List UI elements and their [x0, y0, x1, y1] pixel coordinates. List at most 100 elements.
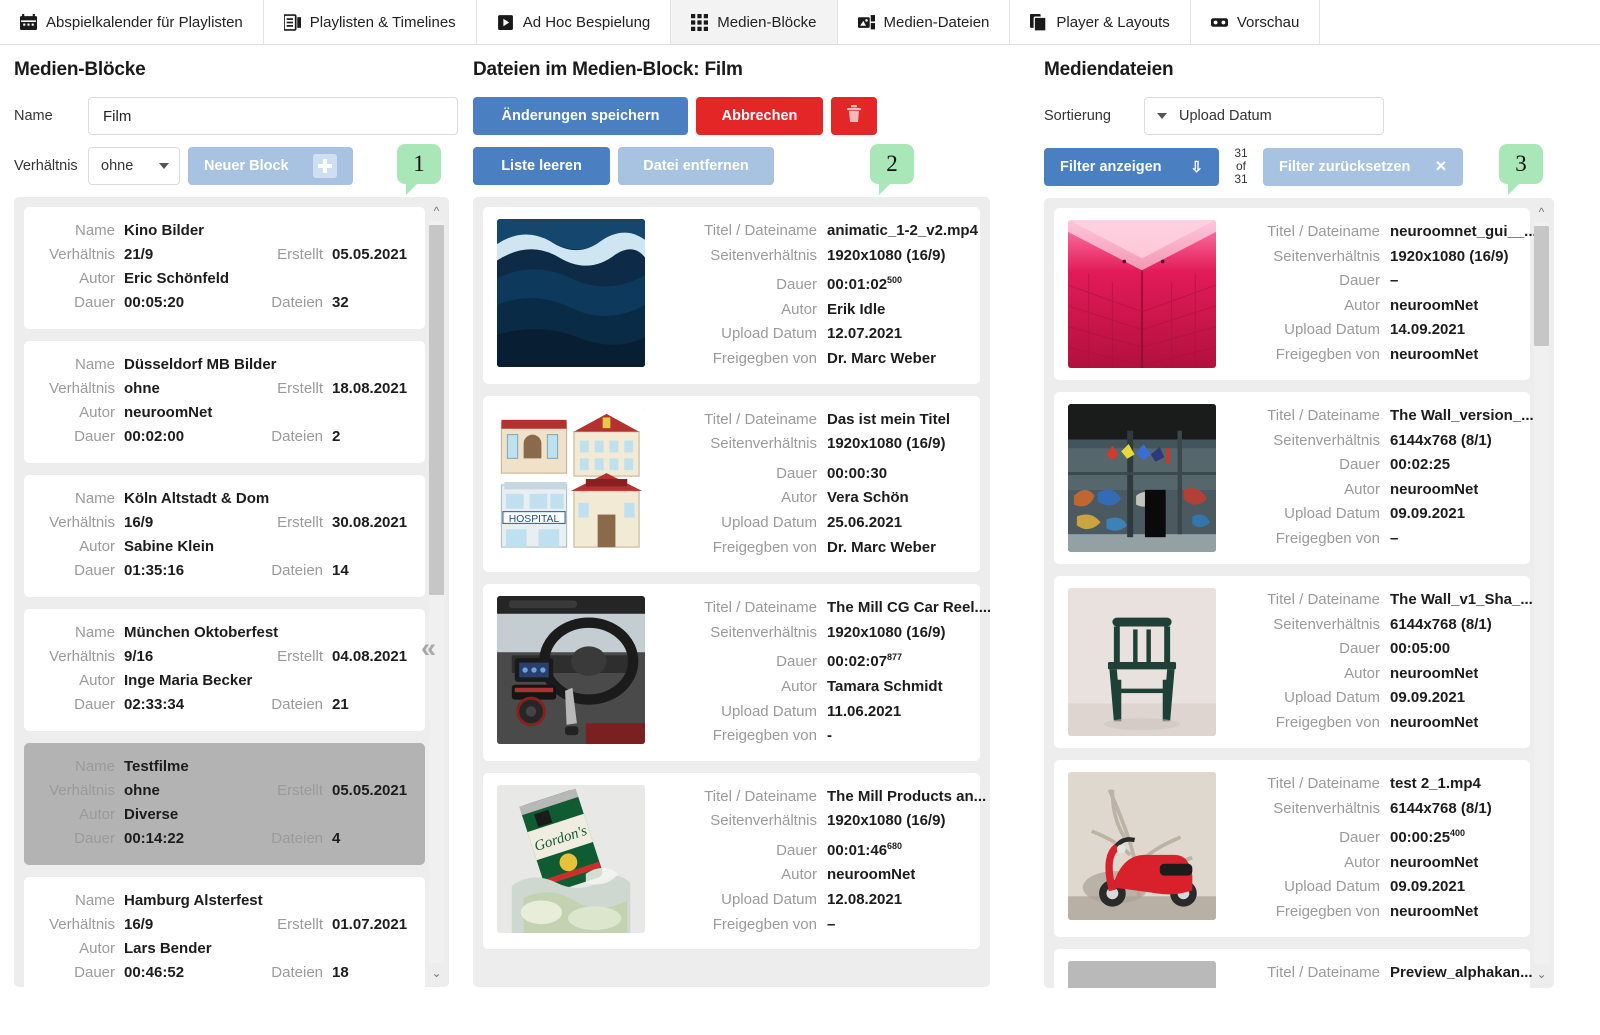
block-name: Düsseldorf MB Bilder — [124, 356, 277, 373]
file-aspect: 1920x1080 (16/9) — [827, 623, 946, 641]
field-label-aspect: Seitenverhältnis — [1273, 431, 1380, 449]
block-files-list[interactable]: Titel / Dateiname animatic_1-2_v2.mp4 Sei… — [473, 197, 990, 987]
field-label-ratio: Verhältnis — [49, 648, 115, 665]
media-files-scrollbar[interactable]: ^ ⌄ — [1533, 204, 1550, 982]
thumbnail-ocean-wave — [497, 219, 645, 367]
tab-vorschau[interactable]: Vorschau — [1190, 0, 1321, 44]
filter-row: Filter anzeigen ⇩ 31 of 31 Filter zurück… — [1044, 144, 1600, 195]
file-aspect: 1920x1080 (16/9) — [827, 435, 946, 453]
delete-block-button[interactable] — [831, 97, 877, 135]
field-label-files: Dateien — [271, 562, 323, 579]
tab-medien-bloecke[interactable]: Medien-Blöcke — [671, 0, 838, 44]
clear-list-button[interactable]: Liste leeren — [473, 147, 610, 185]
new-block-button[interactable]: Neuer Block — [188, 147, 353, 185]
block-card[interactable]: Name Kino Bilder Verhältnis 21/9 Erstellt 05… — [24, 207, 425, 329]
file-duration: 00:01:02500 — [827, 275, 903, 294]
calendar-icon — [20, 13, 37, 31]
save-changes-button[interactable]: Änderungen speichern — [473, 97, 688, 135]
ratio-select[interactable]: ohne — [88, 147, 180, 185]
block-card[interactable]: Name Düsseldorf MB Bilder Verhältnis ohne E… — [24, 341, 425, 463]
scroll-up-icon[interactable]: ^ — [428, 203, 445, 219]
filter-count-total: 31 — [1234, 172, 1248, 186]
page-title-left: Medien-Blöcke — [14, 59, 146, 80]
scrollbar-thumb[interactable] — [1534, 226, 1549, 346]
tab-playlisten-timelines[interactable]: Playlisten & Timelines — [263, 0, 477, 44]
file-meta: Titel / Dateiname neuroomnet_gui__... Sei… — [1216, 220, 1537, 368]
block-card[interactable]: Name Köln Altstadt & Dom Verhältnis 16/9 Er… — [24, 475, 425, 597]
field-label-upload: Upload Datum — [721, 891, 817, 909]
field-label-title: Titel / Dateiname — [704, 787, 817, 805]
tab-player-layouts[interactable]: Player & Layouts — [1010, 0, 1191, 44]
field-label-files: Dateien — [271, 830, 323, 847]
block-author: neuroomNet — [124, 404, 213, 421]
field-label-title: Titel / Dateiname — [1267, 775, 1380, 792]
field-label-author: Autor — [1344, 853, 1380, 871]
file-card[interactable]: Titel / Dateiname Preview_alphakan... Sei… — [1054, 948, 1533, 988]
field-label-aspect: Seitenverhältnis — [1226, 985, 1390, 988]
file-aspect: 6144x768 (8/1) — [1390, 431, 1492, 449]
media-blocks-scrollbar[interactable]: ^ ⌄ — [428, 203, 445, 981]
field-label-author: Autor — [781, 677, 817, 695]
media-files-list[interactable]: ^ ⌄ Titel / Dateiname neuroomnet_gui__..… — [1044, 198, 1554, 988]
file-duration: 00:02:07877 — [827, 652, 903, 671]
tab-label: Ad Hoc Bespielung — [522, 13, 651, 31]
file-title: test 2_1.mp4 — [1390, 775, 1481, 792]
field-label-upload: Upload Datum — [1284, 321, 1380, 339]
file-aspect: 1920x1080 (16/9) — [827, 246, 946, 264]
file-card[interactable]: Titel / Dateiname neuroomnet_gui__... Sei… — [1054, 208, 1537, 380]
field-label-released: Freigegben von — [1275, 529, 1380, 547]
field-label-author: Autor — [781, 866, 817, 884]
block-duration: 00:02:00 — [124, 428, 185, 445]
show-filter-button[interactable]: Filter anzeigen ⇩ — [1044, 147, 1219, 186]
scroll-up-icon[interactable]: ^ — [1533, 204, 1550, 220]
block-name: Kino Bilder — [124, 222, 205, 239]
scrollbar-thumb[interactable] — [429, 225, 444, 595]
file-card[interactable]: Gordon's Titel / Dateiname The Mill Prod… — [483, 772, 986, 950]
scroll-down-icon[interactable]: ⌄ — [1533, 966, 1550, 982]
block-name-input[interactable] — [88, 97, 458, 135]
block-actions-row-1: Änderungen speichern Abbrechen — [473, 97, 1030, 135]
file-aspect: 1920x1080 (16/9) — [827, 812, 946, 830]
ratio-select-value: ohne — [101, 158, 134, 174]
field-label-aspect: Seitenverhältnis — [1273, 247, 1380, 265]
file-card[interactable]: Titel / Dateiname test 2_1.mp4 Seitenverh… — [1054, 760, 1530, 937]
file-card[interactable]: Titel / Dateiname animatic_1-2_v2.mp4 Sei… — [483, 207, 980, 384]
sort-select[interactable]: Upload Datum — [1144, 97, 1384, 135]
chevron-double-left-icon[interactable]: « — [421, 633, 436, 664]
file-card[interactable]: Titel / Dateiname The Mill CG Car Reel...… — [483, 584, 990, 761]
block-files: 4 — [332, 830, 341, 847]
cancel-button[interactable]: Abbrechen — [696, 97, 823, 135]
remove-file-button[interactable]: Datei entfernen — [618, 147, 774, 185]
block-card-selected[interactable]: Name Testfilme Verhältnis ohne Erstellt 05.0… — [24, 743, 425, 865]
media-blocks-list[interactable]: ^ ⌄ Name Kino Bilder Verhältnis 21/9 Erstel… — [14, 197, 449, 987]
thumbnail-graffiti-wall — [1068, 404, 1216, 552]
block-ratio-row: Verhältnis ohne Neuer Block 1 — [14, 144, 465, 195]
plus-icon — [313, 154, 337, 178]
tab-ad-hoc-bespielung[interactable]: Ad Hoc Bespielung — [476, 0, 672, 44]
thumbnail-car-interior — [497, 596, 645, 745]
field-label-released: Freigegben von — [712, 349, 817, 367]
block-actions-row-2: Liste leeren Datei entfernen 2 — [473, 144, 1030, 195]
field-label-ratio: Verhältnis — [49, 380, 115, 397]
block-card[interactable]: Name Hamburg Alsterfest Verhältnis 16/9 Ers… — [24, 877, 425, 987]
field-label-duration: Dauer — [1339, 272, 1380, 290]
tab-abspielkalender[interactable]: Abspielkalender für Playlisten — [0, 0, 264, 44]
reset-filter-button[interactable]: Filter zurücksetzen ✕ — [1263, 147, 1463, 186]
field-label-duration: Dauer — [1339, 829, 1380, 847]
tab-label: Vorschau — [1236, 13, 1300, 31]
file-card[interactable]: HOSPITAL Titel / Dateiname Das ist mein T… — [483, 395, 980, 573]
field-label-upload: Upload Datum — [1284, 878, 1380, 896]
scroll-down-icon[interactable]: ⌄ — [428, 965, 445, 981]
block-duration: 00:46:52 — [124, 964, 185, 981]
file-card[interactable]: Titel / Dateiname The Wall_v1_Sha_... Sei… — [1054, 576, 1533, 748]
file-author: neuroomNet — [1390, 664, 1479, 682]
trash-icon — [846, 105, 862, 127]
file-meta: Titel / Dateiname Preview_alphakan... Sei… — [1216, 961, 1532, 988]
file-card[interactable]: Titel / Dateiname The Wall_version_... Se… — [1054, 392, 1534, 564]
field-label-files: Dateien — [271, 294, 323, 311]
tab-medien-dateien[interactable]: Medien-Dateien — [837, 0, 1011, 44]
chevron-double-down-icon: ⇩ — [1190, 158, 1203, 176]
field-label-ratio: Verhältnis — [49, 916, 115, 933]
block-card[interactable]: Name München Oktoberfest Verhältnis 9/16 Er… — [24, 609, 425, 731]
file-upload: 09.09.2021 — [1390, 689, 1466, 707]
